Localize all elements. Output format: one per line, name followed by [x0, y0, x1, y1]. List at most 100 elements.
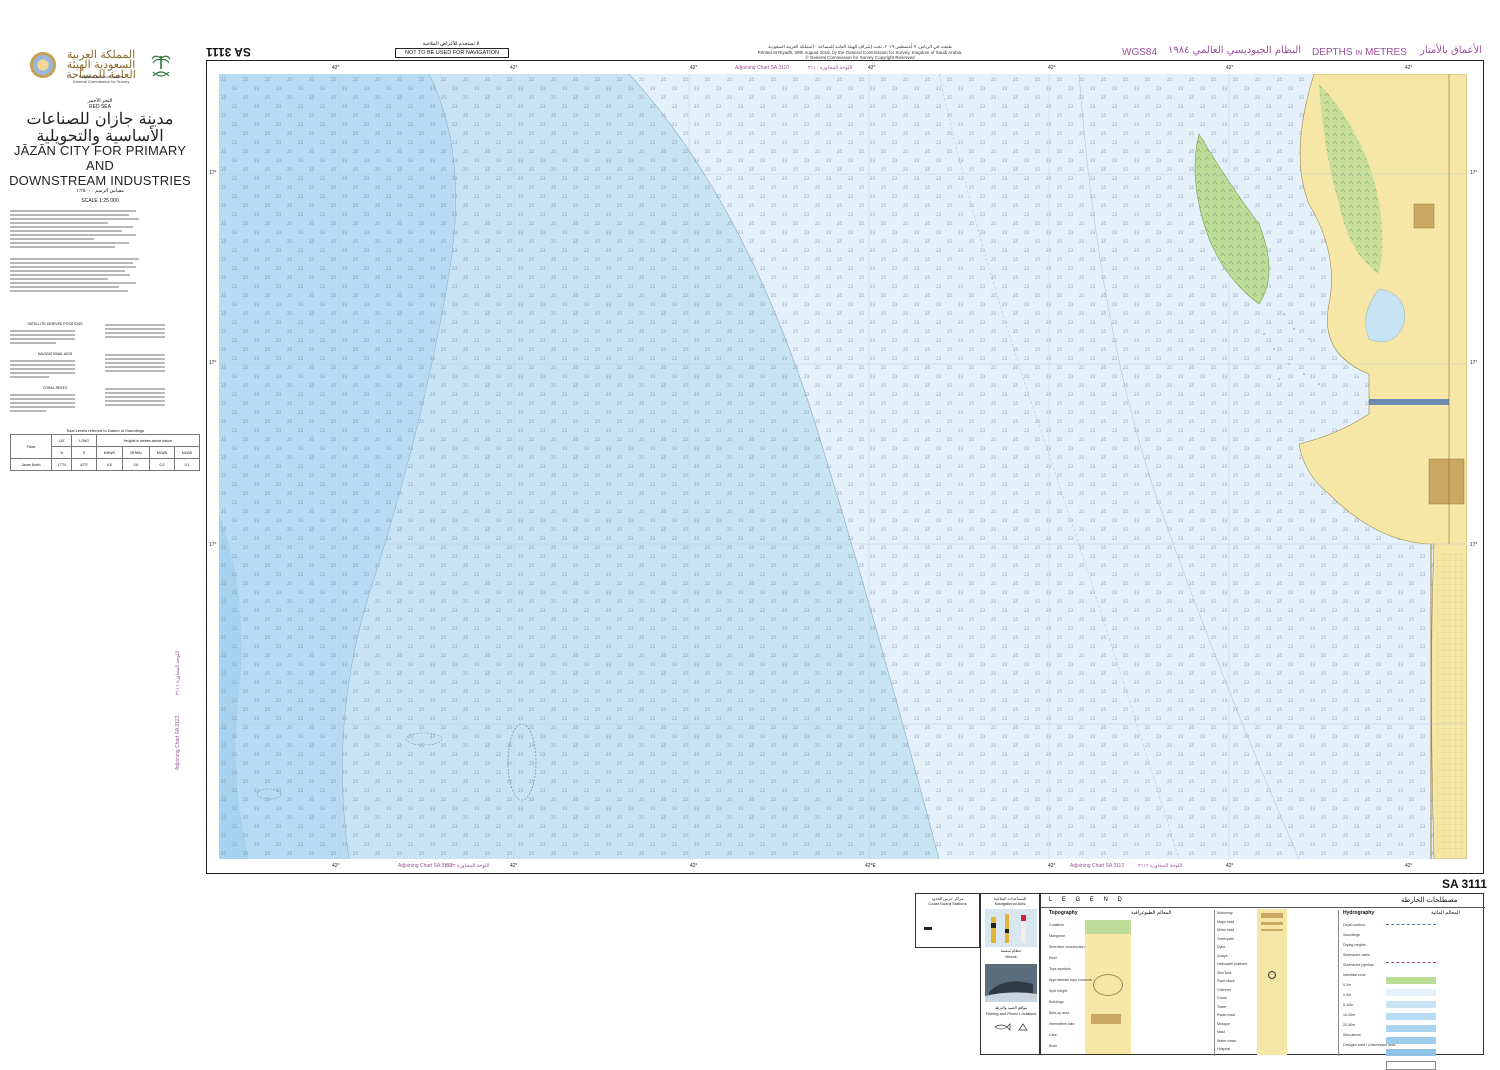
tidal-col-lat: LAT — [51, 434, 73, 447]
hydrography-legend-item: 0-2m — [1343, 983, 1352, 987]
adjoining-chart-bottom-right-ar: اللوحة المجاورة ٣١١٢ — [1138, 863, 1183, 869]
lon-label-top: 42° — [510, 65, 518, 71]
tidal-mhws: 0,8 — [95, 458, 124, 471]
hydrography-legend-item: Submarine pipeline — [1343, 963, 1374, 967]
adjoining-chart-top[interactable]: Adjoining Chart SA 3110 — [735, 65, 789, 71]
tidal-mlwn: 0,3 — [148, 458, 176, 471]
wreck-ar: حطام سفينة — [1000, 948, 1022, 953]
tidal-col-mlwn: MLWN — [148, 446, 176, 459]
lat-label-right: 17° — [1470, 542, 1478, 548]
lon-label-bottom: 42° — [1048, 863, 1056, 869]
depths-word: DEPTHS — [1312, 47, 1353, 58]
chart-number-top: SA 3111 — [206, 45, 251, 59]
road-legend-item: Chimney — [1217, 987, 1232, 992]
built-up-area — [1437, 554, 1467, 854]
road-legend-item: Dyke — [1217, 945, 1226, 949]
hydrography-legend-item: Submarine cable — [1343, 953, 1370, 957]
road-items: Motorway Major road Minor road Track/path Dy… — [1217, 909, 1255, 1054]
topography-legend-item: Intermittent lake — [1049, 1022, 1075, 1026]
tidal-place: Jazan North — [9, 458, 53, 471]
road-legend-item: Flare stack — [1217, 979, 1235, 983]
topography-legend-item: Coastline — [1049, 923, 1064, 927]
imprint-block: طبعت في الرياض، ٩ أغسطس ٢٠١٩، تحت إشراف … — [735, 44, 985, 61]
satellite-note — [10, 328, 75, 346]
tidal-table-title: Tidal Levels referred to Datum of Soundi… — [65, 428, 145, 433]
coral-note-ar — [105, 386, 165, 408]
industrial-block — [1413, 203, 1435, 229]
topography-legend-item: Reef — [1049, 956, 1057, 960]
coast-guard-en: Coast Guard Stations — [928, 901, 967, 906]
hydrography-legend-item: 50m-above — [1343, 1033, 1361, 1037]
adjoining-chart-left[interactable]: Adjoining Chart SA 3122 — [175, 716, 181, 770]
road-legend-item: Hospital — [1217, 1047, 1230, 1051]
coral-heading: CORAL REEFS — [42, 386, 68, 390]
hydrography-legend-item: Dredged area / Unsurveyed area — [1343, 1043, 1396, 1047]
coral-note — [10, 392, 75, 414]
satellite-note-ar — [105, 322, 165, 340]
tidal-lat: 17°N — [51, 458, 73, 471]
scale-ar: مقياس الرسم ١:٢٥٠٠٠ — [76, 188, 124, 194]
tidal-mhwn: 0,6 — [122, 458, 150, 471]
road-legend-item: Quays — [1217, 953, 1228, 958]
hydrography-items: Depth contour Soundings Drying heights Subm… — [1343, 920, 1396, 1050]
road-legend-item: Helicopter platform — [1217, 962, 1248, 966]
roads-swatch-column — [1257, 909, 1287, 1055]
hydrography-heading-ar: المعالم المائية — [1431, 910, 1460, 916]
road-legend-item: Silo/Tank — [1217, 970, 1232, 975]
palm-swords-emblem-icon — [151, 55, 171, 77]
lon-label-top: 42° — [690, 65, 698, 71]
gcs-logo-english: Kingdom of Saudi Arabia General Commissi… — [60, 74, 142, 84]
lat-label-left: 17° — [209, 170, 217, 176]
hydrography-legend-item: 20-50m — [1343, 1023, 1356, 1027]
gcs-seal-icon — [30, 52, 56, 78]
road-legend-item: Minor road — [1217, 928, 1235, 932]
lat-label-left: 17° — [209, 360, 217, 366]
hydrography-legend-item: 2-5m — [1343, 993, 1352, 997]
road-legend-item: Mast — [1217, 1030, 1225, 1034]
lon-label-bottom: 42° — [1405, 863, 1413, 869]
topography-swatch-column — [1085, 920, 1131, 1054]
topography-heading-ar: المعالم الطبوغرافية — [1131, 910, 1172, 916]
fishing-en: Fishing and Picnic Locations — [985, 1011, 1037, 1016]
tidal-col-mhws: MHWS — [95, 446, 124, 459]
navaids-box: المساعدات الملاحية Navigational Aids حطا… — [980, 893, 1040, 1055]
not-for-navigation-ar: لا تستخدم للأغراض الملاحية — [422, 41, 480, 47]
depths-metres-word: METRES — [1365, 47, 1407, 58]
lon-label-top: 42° — [332, 65, 340, 71]
title-english-line2: AND — [85, 158, 115, 173]
legend-col-divider — [1214, 910, 1215, 1056]
satellite-heading: SATELLITE-DERIVED POSITIONS — [27, 322, 83, 326]
tidal-col-mlws: MLWS — [174, 446, 200, 459]
tidal-col-mhwn: MHWN — [122, 446, 150, 459]
imprint-ar: طبعت في الرياض، ٩ أغسطس ٢٠١٩، تحت إشراف … — [768, 44, 952, 49]
wreck-en: Wreck — [1005, 954, 1017, 959]
navaids-note — [10, 358, 75, 380]
navaids-heading: NAVIGATIONAL AIDS — [37, 352, 73, 356]
navaids-note-ar — [105, 352, 165, 374]
lat-label-right: 17° — [1470, 360, 1478, 366]
tidal-lat-unit: N — [51, 446, 73, 459]
fishing-ar: مواقع الصيد والنزهة — [994, 1005, 1028, 1010]
adjoining-chart-left-ar: اللوحة المجاورة ٣١١١ — [175, 650, 181, 695]
hydrography-legend-item: Soundings — [1343, 933, 1360, 937]
lat-label-right: 17° — [1470, 170, 1478, 176]
nautical-chart: 25 23 — [219, 74, 1467, 859]
road-legend-item: Motorway — [1217, 911, 1233, 915]
tidal-mlws: 0,1 — [174, 458, 200, 471]
tidal-col-heights: Heights in metres above datum — [95, 434, 201, 447]
tidal-col-long: LONG — [71, 434, 97, 447]
topography-legend-item: Bush — [1049, 1044, 1058, 1048]
lat-label-left: 17° — [209, 542, 217, 548]
topography-items: Coastline Mangrove Shoreline construction R… — [1049, 920, 1092, 1052]
scale-en: SCALE 1:25 000 — [81, 198, 119, 204]
lon-label-top: 42° — [868, 65, 876, 71]
hydrography-legend-item: Depth contour — [1343, 923, 1366, 927]
tidal-col-place: Place — [9, 434, 53, 459]
road-legend-item: Tower — [1217, 1004, 1227, 1009]
tidal-long: 42°E — [71, 458, 97, 471]
adjoining-chart-bottom-right[interactable]: Adjoining Chart SA 3112 — [1070, 863, 1124, 869]
legend-col-divider — [1338, 910, 1339, 1056]
chart-number-bottom: SA 3111 — [1442, 877, 1487, 891]
harbour-structure — [1369, 399, 1449, 405]
chart-notes — [10, 208, 150, 294]
